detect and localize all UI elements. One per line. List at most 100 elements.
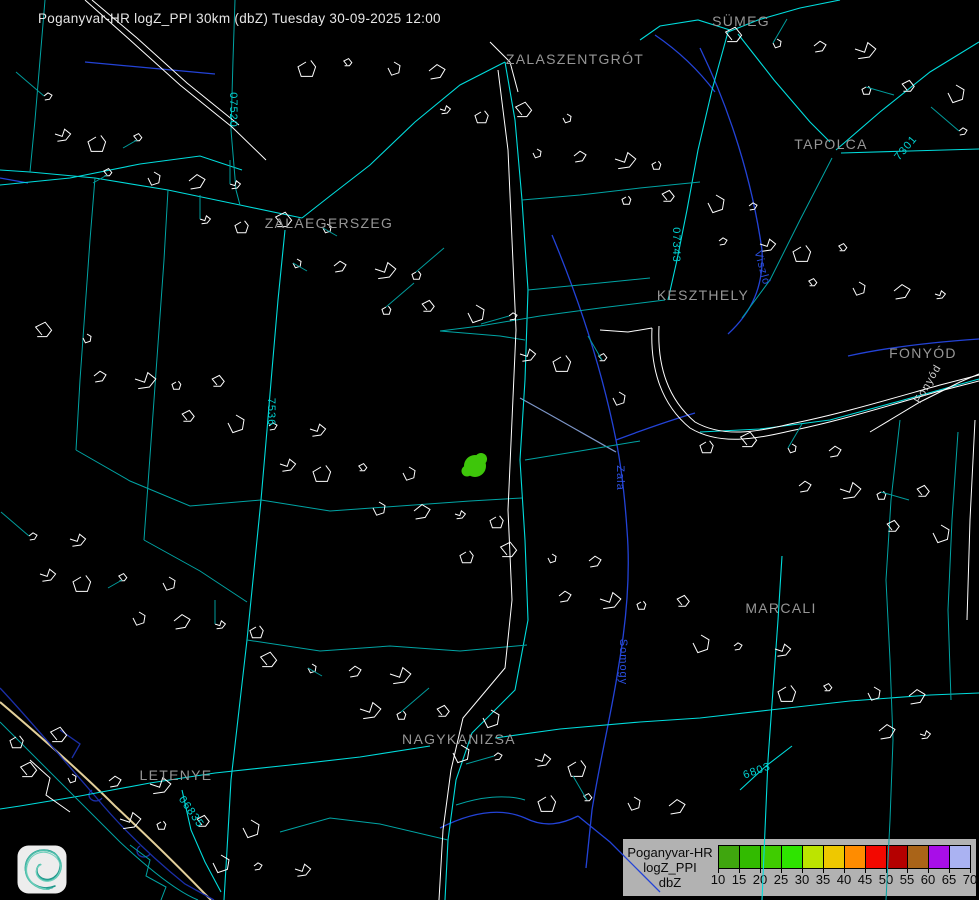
village-marks-layer [1,19,967,876]
village-outline [520,349,536,361]
minor-road-segment [386,283,414,307]
village-outline [793,245,811,261]
village-outline [483,710,499,728]
village-outline [501,542,517,556]
village-outline [295,864,311,876]
village-outline [902,80,914,91]
village-outline [261,652,277,666]
road-number-label: 07343 [670,227,682,263]
village-outline [862,86,871,94]
legend-swatch-row [718,845,971,869]
minor-road-segment [931,107,959,131]
river-layer [0,35,979,900]
village-outline [44,93,52,100]
minor-road-segment [466,756,494,764]
village-outline [88,135,106,151]
village-outline [879,725,895,739]
village-outline [933,525,949,543]
legend-tick-label: 35 [816,872,830,887]
village-outline [516,102,532,116]
village-outline [293,259,301,268]
village-outline [662,190,674,201]
minor-road-segment [881,492,909,500]
village-outline [269,423,277,430]
legend-swatch [823,845,845,869]
village-outline [310,424,326,436]
village-outline [615,153,636,169]
village-outline [600,593,621,609]
village-outline [719,238,727,245]
minor-road-segment [1,512,29,536]
radar-echo [475,453,487,465]
legend-title-line: logZ_PPI [643,860,696,875]
village-outline [799,481,811,492]
village-outline [51,727,67,741]
village-outline [94,371,106,382]
legend-tick-label: 30 [795,872,809,887]
village-outline [887,520,899,531]
village-outline [494,753,502,760]
village-outline [298,60,316,76]
village-outline [135,373,156,389]
village-outline [197,815,209,826]
city-label: ZALAEGERSZEG [265,215,393,231]
radar-echo [462,466,473,477]
radar-title: Poganyvar-HR logZ_PPI 30km (dbZ) Tuesday… [38,11,441,26]
village-outline [109,776,121,787]
village-outline [909,690,925,704]
village-outline [741,432,757,446]
village-outline [308,664,316,673]
village-outline [437,705,449,716]
village-outline [440,106,450,114]
village-outline [382,306,391,314]
village-outline [36,322,52,336]
village-outline [157,821,166,829]
village-outline [455,511,465,519]
village-outline [390,668,411,684]
village-outline [509,313,517,320]
legend-swatch [865,845,887,869]
village-outline [559,591,571,602]
legend-tick-label: 55 [900,872,914,887]
village-outline [568,760,586,776]
legend-tick-label: 50 [879,872,893,887]
legend-tick-label: 70 [963,872,977,887]
village-outline [553,355,571,371]
legend-tick-label: 60 [921,872,935,887]
village-outline [775,644,791,656]
legend-panel: Poganyvar-HRlogZ_PPIdbZ 1015202530354045… [622,838,977,897]
village-outline [935,291,945,299]
village-outline [119,574,127,581]
village-outline [373,502,385,515]
village-outline [174,615,190,629]
minor-road-segment [416,248,444,272]
minor-road-segment [16,72,44,96]
village-outline [490,516,503,528]
village-outline [773,39,781,48]
village-outline [920,731,930,739]
village-outline [68,774,76,783]
radar-map-view: SÜMEGZALASZENTGRÓTTAPOLCAZALAEGERSZEGKES… [0,0,979,900]
village-outline [230,181,240,189]
village-outline [40,569,56,581]
river-label: Somogy [617,639,629,685]
village-outline [228,415,244,433]
village-outline [563,114,571,123]
legend-tick-label: 10 [711,872,725,887]
village-outline [212,375,224,386]
minor-road-segment [788,424,802,448]
village-outline [70,534,86,546]
village-outline [613,392,625,405]
village-outline [29,533,37,540]
river-label: Viszló [752,249,773,286]
village-outline [323,224,331,233]
village-outline [429,65,445,79]
village-outline [877,491,886,499]
village-outline [360,703,381,719]
road-layer [0,0,979,900]
village-outline [535,754,551,766]
village-outline [163,577,175,590]
radar-echo-layer [462,453,488,477]
village-outline [708,195,724,213]
minor-road-segment [573,776,587,800]
